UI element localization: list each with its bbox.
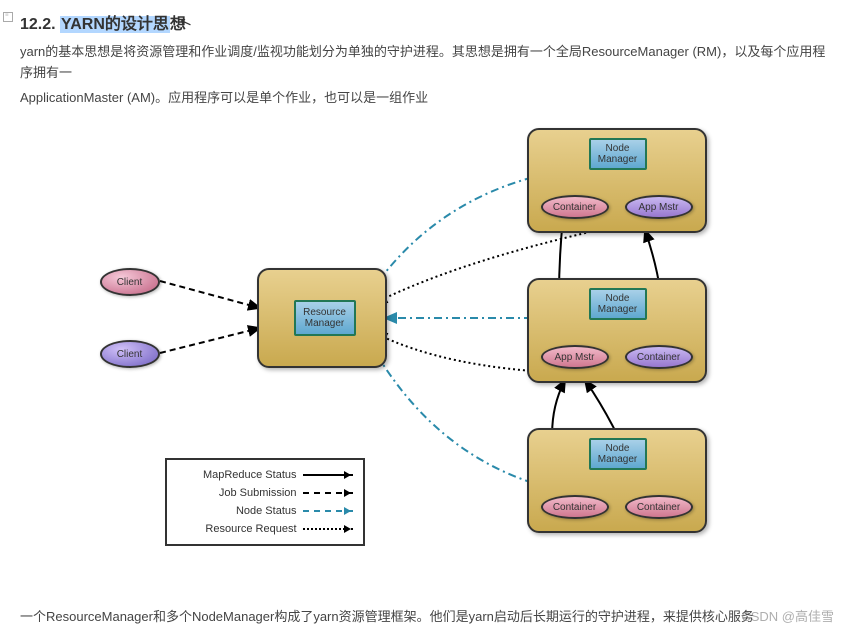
nm2-label: Node Manager bbox=[589, 288, 647, 320]
nm3-label: Node Manager bbox=[589, 438, 647, 470]
node-manager-box-1: Node Manager Container App Mstr bbox=[527, 128, 707, 233]
watermark: CSDN @高佳雪 bbox=[741, 606, 834, 625]
client-2-label: Client bbox=[117, 349, 143, 360]
nm2-container: Container bbox=[625, 345, 693, 369]
yarn-architecture-diagram: Client Client Resource Manager Node Mana… bbox=[65, 118, 785, 578]
legend-job: Job Submission bbox=[177, 484, 353, 502]
resource-manager-box: Resource Manager bbox=[257, 268, 387, 368]
nm2-appmstr: App Mstr bbox=[541, 345, 609, 369]
intro-paragraph-1: yarn的基本思想是将资源管理和作业调度/监视功能划分为单独的守护进程。其思想是… bbox=[20, 42, 829, 84]
nm1-container: Container bbox=[541, 195, 609, 219]
client-node-1: Client bbox=[100, 268, 160, 296]
client-node-2: Client bbox=[100, 340, 160, 368]
intro-paragraph-2: ApplicationMaster (AM)。应用程序可以是单个作业，也可以是一… bbox=[20, 88, 829, 109]
section-heading: 12.2. YARN的设计思想 bbox=[20, 10, 829, 34]
heading-rest: 想 bbox=[170, 16, 186, 33]
legend-node: Node Status bbox=[177, 502, 353, 520]
heading-highlight: YARN的设计思 bbox=[60, 16, 170, 33]
footer-paragraph: 一个ResourceManager和多个NodeManager构成了yarn资源… bbox=[20, 606, 829, 625]
resource-manager: Resource Manager bbox=[294, 300, 356, 336]
nm3-container2: Container bbox=[625, 495, 693, 519]
toc-icon: ≡ bbox=[3, 12, 13, 22]
nm1-appmstr: App Mstr bbox=[625, 195, 693, 219]
diagram-legend: MapReduce Status Job Submission Node Sta… bbox=[165, 458, 365, 546]
legend-resource: Resource Request bbox=[177, 520, 353, 538]
nm1-label: Node Manager bbox=[589, 138, 647, 170]
nm3-container1: Container bbox=[541, 495, 609, 519]
node-manager-box-2: Node Manager App Mstr Container bbox=[527, 278, 707, 383]
client-1-label: Client bbox=[117, 277, 143, 288]
node-manager-box-3: Node Manager Container Container bbox=[527, 428, 707, 533]
section-number: 12.2. bbox=[20, 16, 56, 33]
legend-mapreduce: MapReduce Status bbox=[177, 466, 353, 484]
